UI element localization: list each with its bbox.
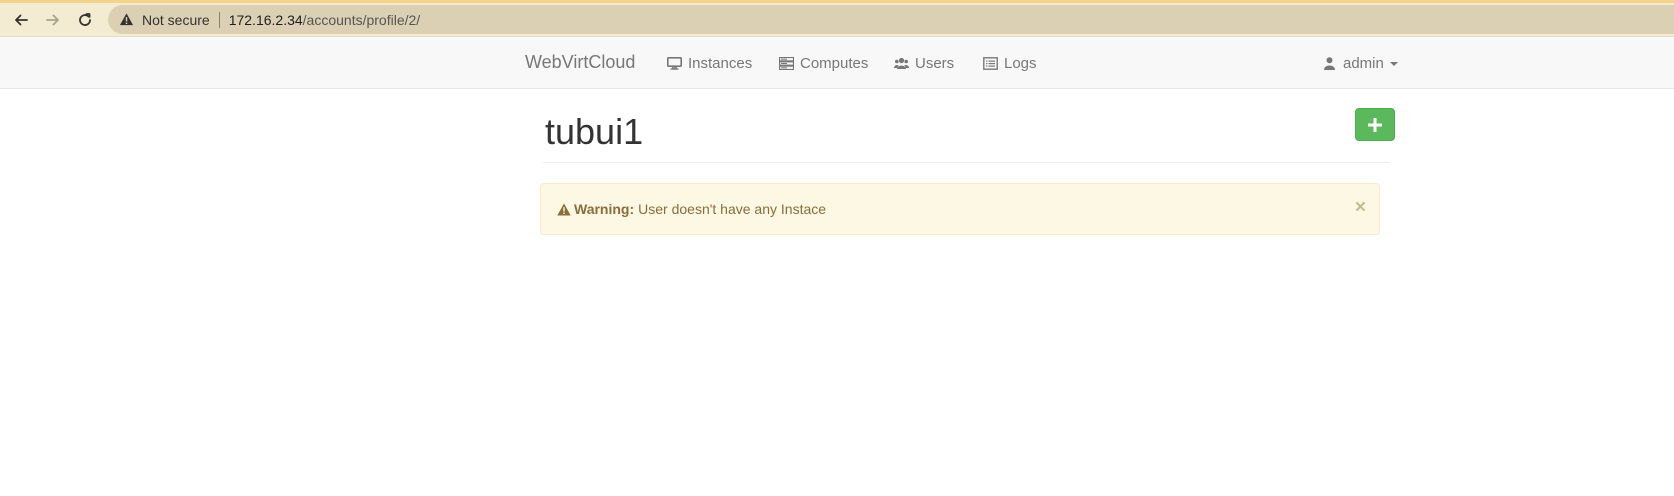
forward-button[interactable] [40, 7, 66, 33]
nav-users-label: Users [915, 55, 955, 72]
nav-users[interactable]: Users [894, 55, 954, 72]
warning-triangle-icon [557, 203, 571, 216]
address-bar[interactable]: Not secure 172.16.2.34/accounts/profile/… [108, 5, 1674, 34]
nav-instances[interactable]: Instances [667, 55, 752, 72]
user-name: admin [1343, 55, 1384, 72]
close-alert-button[interactable]: × [1355, 198, 1366, 217]
url-path: /accounts/profile/2/ [302, 11, 421, 28]
nav-computes[interactable]: Computes [779, 55, 868, 72]
alert-message: User doesn't have any Instace [638, 201, 827, 217]
address-separator [218, 11, 220, 28]
url-text[interactable]: 172.16.2.34/accounts/profile/2/ [229, 12, 420, 28]
server-icon [779, 57, 794, 70]
chevron-down-icon [1389, 61, 1398, 66]
list-icon [983, 57, 998, 70]
warning-alert: Warning: User doesn't have any Instace × [540, 183, 1380, 235]
browser-toolbar: Not secure 172.16.2.34/accounts/profile/… [0, 0, 1674, 37]
user-icon [1324, 57, 1335, 70]
nav-computes-label: Computes [800, 55, 869, 72]
url-host: 172.16.2.34 [228, 11, 303, 28]
arrow-right-icon [46, 14, 59, 26]
nav-logs[interactable]: Logs [983, 55, 1037, 72]
brand-link[interactable]: WebVirtCloud [525, 52, 635, 73]
arrow-left-icon [15, 14, 28, 26]
security-status[interactable]: Not secure [142, 12, 210, 28]
app-navbar: WebVirtCloud Instances Computes Users Lo… [0, 37, 1674, 89]
browser-top-accent [0, 0, 1674, 3]
header-divider [543, 162, 1390, 163]
user-dropdown[interactable]: admin [1324, 55, 1398, 72]
back-button[interactable] [8, 7, 34, 33]
nav-instances-label: Instances [688, 55, 753, 72]
warning-triangle-icon[interactable] [119, 12, 135, 28]
users-icon [894, 57, 909, 69]
reload-icon [79, 13, 91, 26]
plus-icon [1368, 117, 1382, 132]
alert-label: Warning: [574, 201, 635, 217]
reload-button[interactable] [72, 7, 98, 33]
page-title: tubui1 [545, 111, 644, 152]
monitor-icon [667, 57, 682, 70]
nav-logs-label: Logs [1004, 55, 1037, 72]
add-button[interactable] [1355, 108, 1395, 141]
